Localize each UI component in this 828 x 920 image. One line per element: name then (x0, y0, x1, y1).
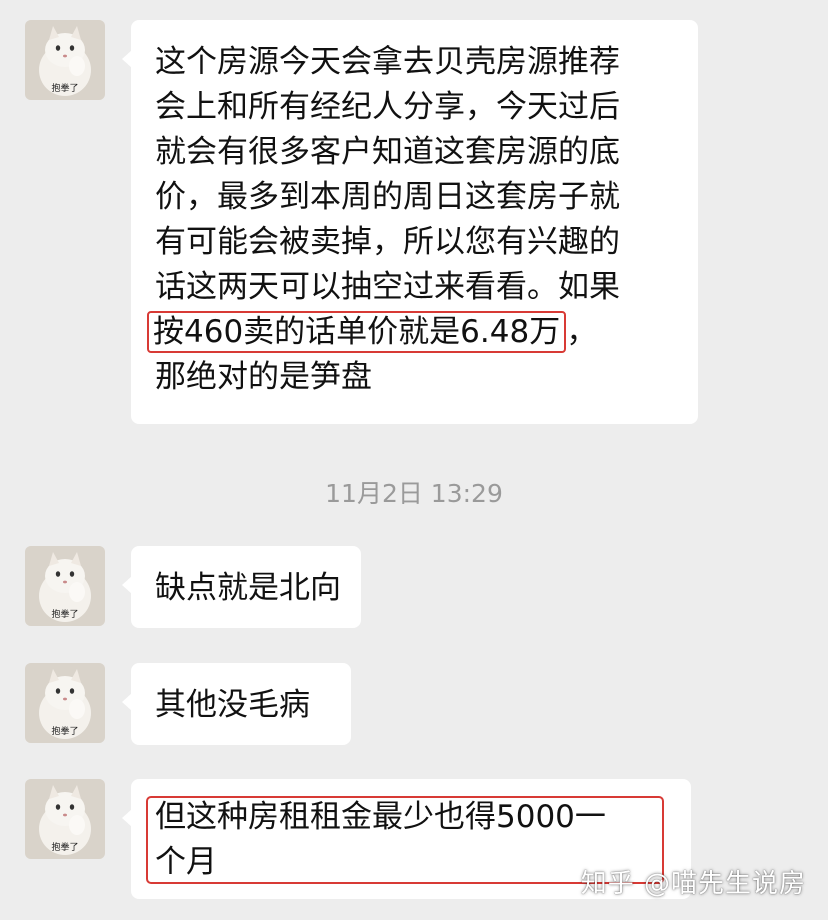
message-line-highlighted: 按460卖的话单价就是6.48万， (147, 310, 674, 355)
avatar-caption: 抱拳了 (51, 727, 79, 737)
message-bubble[interactable]: 这个房源今天会拿去贝壳房源推荐 会上和所有经纪人分享，今天过后 就会有很多客户知… (122, 20, 698, 424)
avatar[interactable]: 抱拳了 (25, 20, 105, 100)
message-line: 价，最多到本周的周日这套房子就 (155, 179, 620, 215)
message-line: 有可能会被卖掉，所以您有兴趣的 (155, 224, 620, 260)
message-text: ， (566, 314, 598, 350)
message-text: 缺点就是北向 (155, 570, 341, 606)
avatar-caption: 抱拳了 (51, 843, 79, 853)
message-line: 就会有很多客户知道这套房源的底 (155, 134, 620, 170)
message-text: 其他没毛病 (155, 687, 310, 723)
avatar-caption: 抱拳了 (51, 84, 79, 94)
avatar[interactable]: 抱拳了 (25, 663, 105, 743)
avatar[interactable]: 抱拳了 (25, 546, 105, 626)
avatar-caption: 抱拳了 (51, 610, 79, 620)
highlight-box: 按460卖的话单价就是6.48万 (147, 311, 567, 353)
message-line: 话这两天可以抽空过来看看。如果 (155, 269, 620, 305)
message-line: 这个房源今天会拿去贝壳房源推荐 (155, 44, 620, 80)
message-line: 会上和所有经纪人分享，今天过后 (155, 89, 620, 125)
message-bubble[interactable]: 其他没毛病 (122, 663, 351, 745)
avatar[interactable]: 抱拳了 (25, 779, 105, 859)
watermark: 知乎 @喵先生说房 (580, 869, 806, 899)
message-line: 那绝对的是笋盘 (155, 359, 372, 395)
timestamp: 11月2日 13:29 (325, 479, 503, 508)
message-bubble[interactable]: 缺点就是北向 (122, 546, 361, 628)
